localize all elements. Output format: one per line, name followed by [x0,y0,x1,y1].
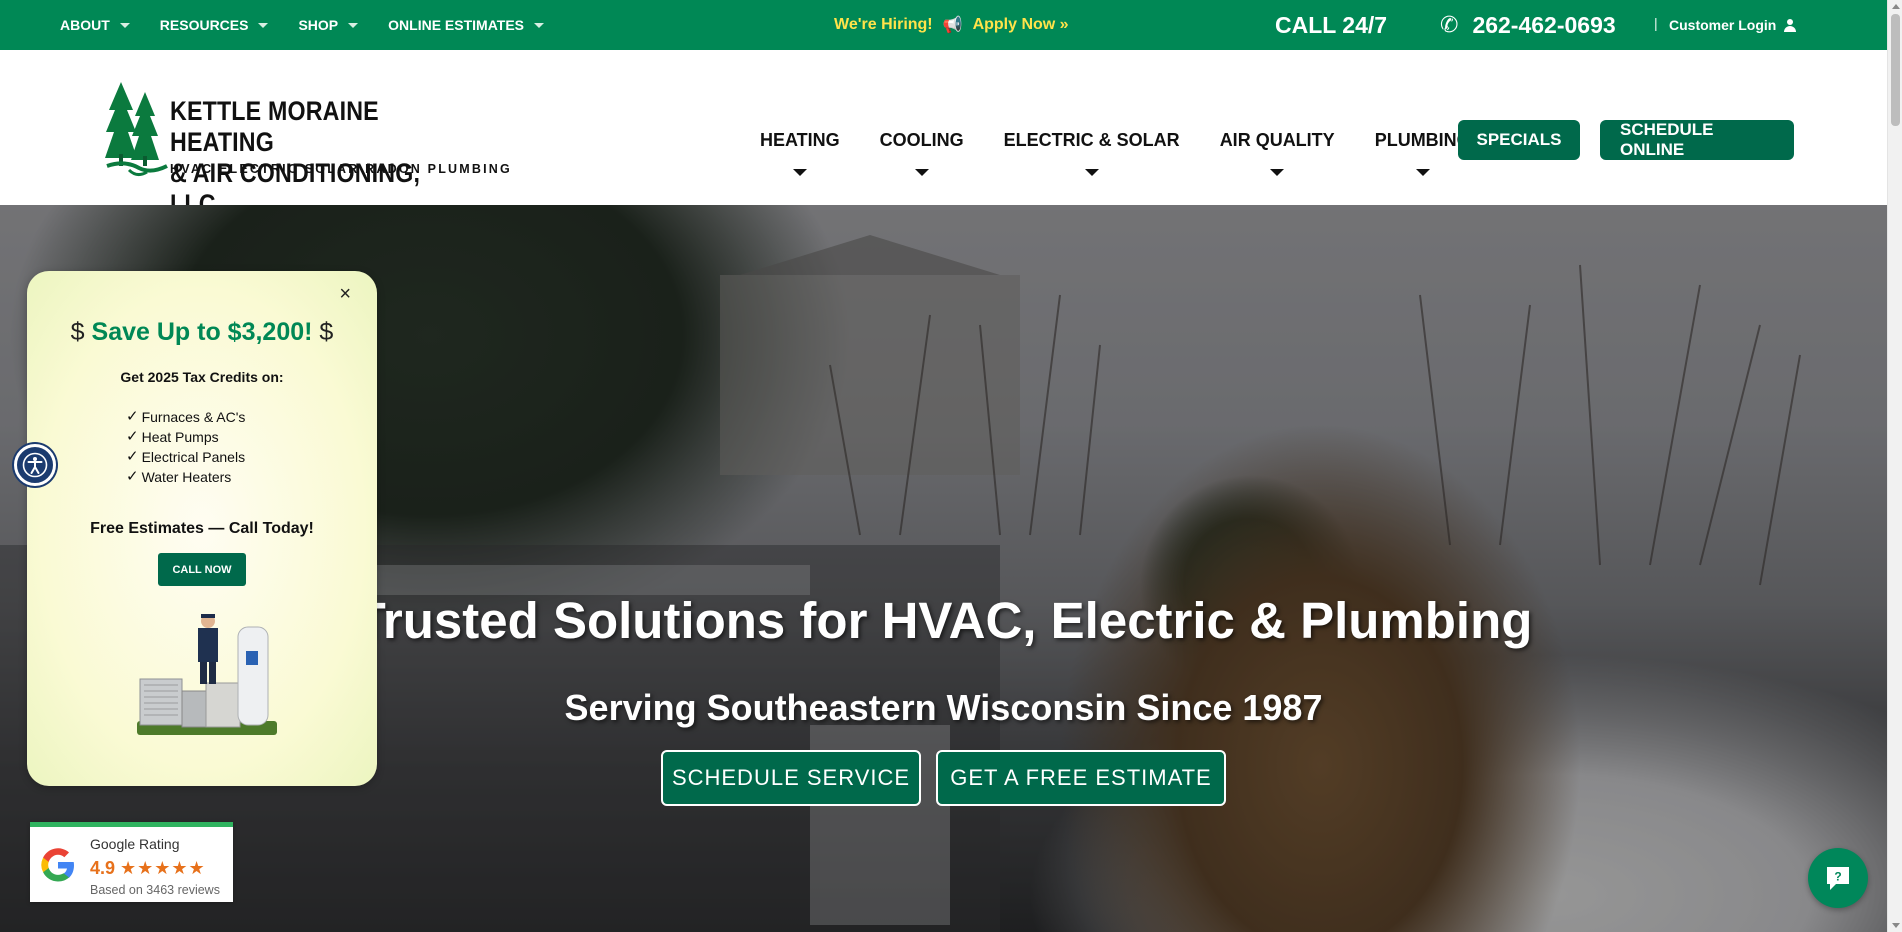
google-logo-icon [41,848,74,882]
scrollbar-thumb[interactable] [1891,14,1900,126]
check-icon: ✓ [126,468,139,485]
list-item: ✓ Furnaces & AC's [126,407,245,427]
nav-label: PLUMBING [1374,130,1471,150]
nav-cooling[interactable]: COOLING [880,50,964,176]
list-item-label: Furnaces & AC's [141,409,246,425]
scroll-down-arrow-icon[interactable] [1892,923,1900,928]
site-header: KETTLE MORAINE HEATING & AIR CONDITIONIN… [0,50,1887,219]
tax-credit-popup: × $ Save Up to $3,200! $ Get 2025 Tax Cr… [27,271,377,786]
phone-link[interactable]: ✆ 262-462-0693 [1440,0,1616,50]
caret-down-icon [534,22,545,28]
nav-label: ELECTRIC & SOLAR [1003,130,1180,150]
free-estimate-button[interactable]: GET A FREE ESTIMATE [936,750,1226,806]
top-nav-label: RESOURCES [159,17,249,33]
caret-down-icon [348,22,359,28]
check-icon: ✓ [126,448,139,465]
caret-down-icon [1270,169,1285,176]
hiring-banner[interactable]: We're Hiring! 📢 Apply Now » [834,0,1069,50]
free-estimates-text: Free Estimates — Call Today! [90,520,314,537]
chat-icon: ? [1827,867,1849,890]
nav-heating[interactable]: HEATING [760,50,840,176]
separator: | [1654,15,1658,31]
top-nav-label: SHOP [298,17,339,33]
schedule-online-button[interactable]: SCHEDULE ONLINE [1600,120,1794,160]
logo-name-line1: KETTLE MORAINE HEATING [170,96,379,157]
call-24-7-label: CALL 24/7 [1275,11,1388,38]
page-scrollbar[interactable] [1887,0,1902,932]
google-rating-badge[interactable]: Google Rating 4.9 ★★★★★ Based on 3463 re… [30,822,233,902]
top-nav-label: ONLINE ESTIMATES [388,17,525,33]
top-nav-resources[interactable]: RESOURCES [160,17,269,33]
star-rating-icon: ★★★★★ [120,858,206,878]
customer-login-label: Customer Login [1669,17,1777,33]
schedule-service-button[interactable]: SCHEDULE SERVICE [661,750,921,806]
caret-down-icon [914,169,929,176]
promo-headline: $ Save Up to $3,200! $ [27,318,377,347]
top-bar: ABOUT RESOURCES SHOP ONLINE ESTIMATES We… [0,0,1887,50]
top-nav-online-estimates[interactable]: ONLINE ESTIMATES [388,17,545,33]
promo-headline-text: Save Up to $3,200! [91,318,313,346]
caret-down-icon [1084,169,1099,176]
dollar-right: $ [319,318,334,346]
check-icon: ✓ [126,428,139,445]
top-nav: ABOUT RESOURCES SHOP ONLINE ESTIMATES [60,0,545,50]
list-item-label: Electrical Panels [141,449,246,465]
google-rating-title: Google Rating [90,836,180,852]
customer-login-link[interactable]: Customer Login [1669,0,1797,50]
dollar-left: $ [70,318,85,346]
company-logo[interactable]: KETTLE MORAINE HEATING & AIR CONDITIONIN… [105,80,510,219]
phone-icon: ✆ [1440,12,1459,37]
google-review-count: Based on 3463 reviews [90,883,220,897]
accessibility-button[interactable] [14,444,56,486]
list-item-label: Heat Pumps [141,429,219,445]
hiring-text[interactable]: We're Hiring! [834,16,933,34]
tax-credit-list: ✓ Furnaces & AC's ✓ Heat Pumps ✓ Electrical… [126,407,245,487]
nav-air-quality[interactable]: AIR QUALITY [1220,50,1335,176]
check-icon: ✓ [126,408,139,425]
list-item: ✓ Electrical Panels [126,447,245,467]
list-item: ✓ Heat Pumps [126,427,245,447]
nav-label: HEATING [760,130,840,150]
caret-down-icon [1415,169,1430,176]
nav-label: COOLING [879,130,964,150]
list-item: ✓ Water Heaters [126,467,245,487]
nav-label: AIR QUALITY [1219,130,1335,150]
call-now-button[interactable]: CALL NOW [158,553,246,586]
megaphone-icon: 📢 [942,17,963,34]
nav-electric-solar[interactable]: ELECTRIC & SOLAR [1004,50,1180,176]
top-nav-about[interactable]: ABOUT [60,17,130,33]
caret-down-icon [792,169,807,176]
scroll-up-arrow-icon[interactable] [1892,4,1900,9]
top-nav-label: ABOUT [60,17,110,33]
specials-button[interactable]: SPECIALS [1458,120,1580,160]
main-nav: HEATING COOLING ELECTRIC & SOLAR AIR QUA… [760,50,1511,205]
nav-plumbing[interactable]: PLUMBING [1375,50,1471,176]
apply-now-link[interactable]: Apply Now » [973,16,1069,34]
svg-text:?: ? [1834,870,1841,884]
phone-number[interactable]: 262-462-0693 [1472,12,1615,39]
chat-button[interactable]: ? [1808,848,1868,908]
google-rating-score: 4.9 [90,858,116,878]
hvac-equipment-image [137,614,277,735]
caret-down-icon [258,22,269,28]
pine-trees-icon [105,82,168,177]
accessibility-icon [22,452,48,478]
caret-down-icon [119,22,130,28]
top-nav-shop[interactable]: SHOP [298,17,359,33]
logo-name: KETTLE MORAINE HEATING & AIR CONDITIONIN… [170,96,462,220]
logo-tagline: HVAC ELECTRIC SOLAR RADON PLUMBING [170,162,512,176]
close-icon[interactable]: × [339,283,351,306]
tax-credits-heading: Get 2025 Tax Credits on: [120,369,284,385]
user-icon [1784,18,1797,32]
list-item-label: Water Heaters [141,469,232,485]
